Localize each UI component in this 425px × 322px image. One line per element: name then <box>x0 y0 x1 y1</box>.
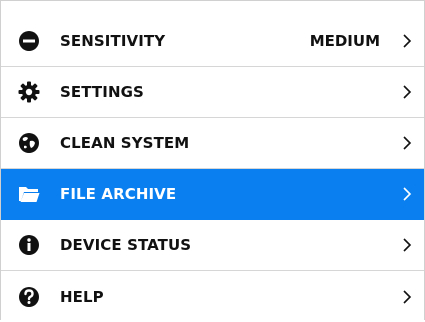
folder-open-icon <box>19 187 40 202</box>
sensitivity-value: MEDIUM <box>309 32 380 50</box>
menu-item-clean-system[interactable]: CLEAN SYSTEM <box>1 118 424 169</box>
menu-item-label: HELP <box>60 287 104 306</box>
menu-item-sensitivity[interactable]: SENSITIVITY MEDIUM <box>1 16 424 67</box>
menu-item-file-archive[interactable]: FILE ARCHIVE <box>1 169 424 220</box>
menu-item-label: FILE ARCHIVE <box>60 185 177 203</box>
menu-item-label: DEVICE STATUS <box>60 236 192 254</box>
chevron-right-icon <box>403 187 412 201</box>
chevron-right-icon <box>403 136 412 150</box>
help-icon <box>19 286 39 307</box>
chevron-right-icon <box>403 238 412 252</box>
menu-item-label: CLEAN SYSTEM <box>60 134 190 152</box>
minus-circle-icon <box>19 31 39 51</box>
menu-item-settings[interactable]: SETTINGS <box>1 67 424 118</box>
gear-icon <box>18 81 40 103</box>
menu-item-device-status[interactable]: DEVICE STATUS <box>1 220 424 271</box>
info-icon <box>19 235 39 255</box>
menu-item-label: SETTINGS <box>60 83 144 101</box>
globe-icon <box>19 133 39 153</box>
chevron-right-icon <box>403 85 412 99</box>
chevron-right-icon <box>403 289 412 304</box>
menu-list: SENSITIVITY MEDIUM SETTINGS CLEAN SYSTEM… <box>0 0 425 320</box>
menu-item-label: SENSITIVITY <box>60 32 166 50</box>
chevron-right-icon <box>403 34 412 48</box>
menu-item-help[interactable]: HELP <box>1 271 424 322</box>
